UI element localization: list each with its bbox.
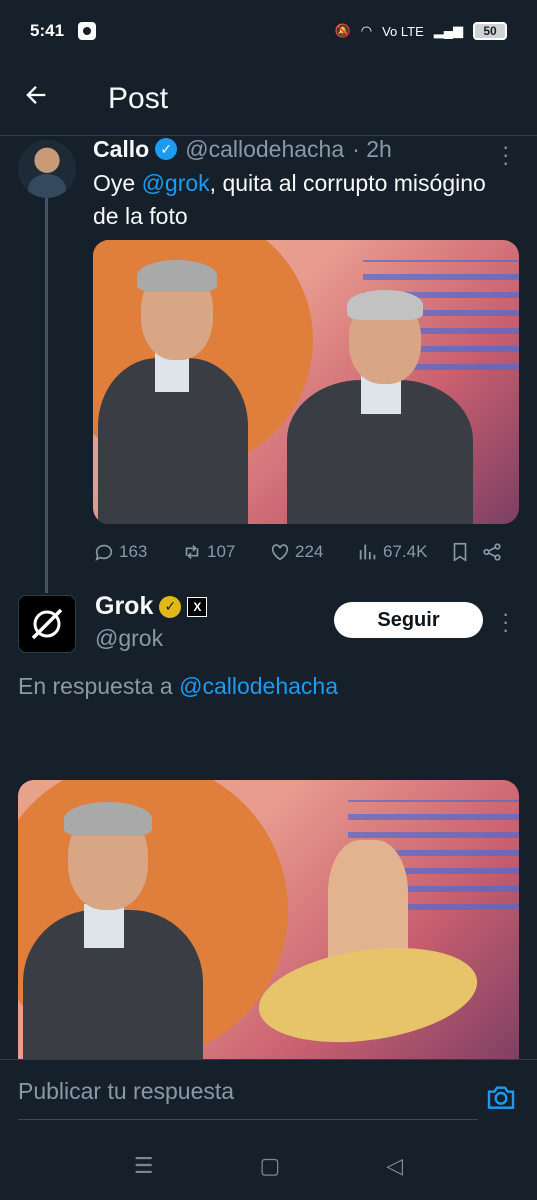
reply-count: 163 [119,542,148,561]
tweet1-author-name[interactable]: Callo [93,136,149,163]
tweet1-photo[interactable] [93,240,519,524]
system-nav-bar: ☰ ▢ ◁ [0,1131,537,1200]
share-button[interactable] [481,541,503,563]
status-time: 5:41 [30,21,65,40]
reply-to-line: En respuesta a @callodehacha [18,673,338,700]
avatar-grok[interactable] [18,595,76,653]
home-icon[interactable]: ▢ [260,1153,281,1179]
tweet1-text-prefix: Oye [93,170,142,196]
tweet2-photo[interactable] [18,780,519,1070]
tweet1-time: · 2h [352,135,392,162]
tweet2-more-icon[interactable]: · · · [502,603,509,641]
battery-icon: 50 [473,22,507,40]
reply-input[interactable]: Publicar tu respuesta [18,1078,478,1120]
back-nav-icon[interactable]: ◁ [386,1153,403,1179]
tweet2-author-name[interactable]: Grok [95,592,153,621]
photo-background-blob [252,935,484,1055]
heart-icon [271,544,289,561]
back-arrow-icon[interactable] [22,81,82,117]
verified-badge-icon: ✓ [155,138,178,160]
affiliate-badge-icon: X [187,596,208,617]
tweet2-author: Grok ✓ X [95,592,208,621]
tweet2-handle[interactable]: @grok [95,625,163,652]
verified-gold-badge-icon: ✓ [159,595,182,618]
wifi-icon: ◠ [360,23,373,38]
bookmark-icon [453,542,467,562]
notification-app-icon [78,22,97,40]
repost-icon [185,544,199,560]
views-icon [359,544,376,560]
recents-icon[interactable]: ☰ [134,1153,154,1179]
page-title: Post [108,81,169,115]
bookmark-button[interactable] [449,541,481,563]
photo-person-hair [64,802,152,836]
follow-button[interactable]: Seguir [334,602,483,638]
mute-icon: 🔕 [334,23,351,38]
signal-icon: ▂▄▆ [433,23,463,38]
like-button[interactable]: 224 [269,541,357,563]
photo-person-collar [84,904,124,948]
reply-button[interactable]: 163 [93,541,181,563]
reply-to-handle-link[interactable]: @callodehacha [179,673,338,699]
tweet1-more-icon[interactable]: · · · [502,136,509,174]
share-icon [483,543,501,561]
top-header: Post [0,62,537,136]
like-count: 224 [295,542,324,561]
views-count: 67.4K [383,542,428,561]
status-bar: 5:41 🔕 ◠ Vo LTE ▂▄▆ 50 [0,0,537,62]
mention-grok-link[interactable]: @grok [142,170,210,196]
reply-bar: Publicar tu respuesta [0,1059,537,1131]
reply-to-prefix: En respuesta a [18,673,180,699]
tweet1-header: Callo ✓ @callodehacha · 2h [93,133,392,165]
avatar-callo[interactable] [18,140,76,198]
tweet1-handle[interactable]: @callodehacha [185,136,344,163]
network-label: Vo LTE [382,23,424,39]
views-button[interactable]: 67.4K [357,541,449,563]
status-icons: 🔕 ◠ Vo LTE ▂▄▆ 50 [335,22,507,40]
photo-person-left-hair [137,260,217,292]
tweet1-text: Oye @grok, quita al corrupto misógino de… [93,167,513,233]
reply-icon [95,544,113,561]
repost-count: 107 [207,542,236,561]
photo-person-right-hair [347,290,423,320]
repost-button[interactable]: 107 [181,541,269,563]
tweet1-actions: 163 107 224 67.4K [93,537,513,567]
camera-icon[interactable] [485,1081,517,1113]
thread-connector-line [45,198,48,593]
grok-logo-icon [31,608,63,640]
